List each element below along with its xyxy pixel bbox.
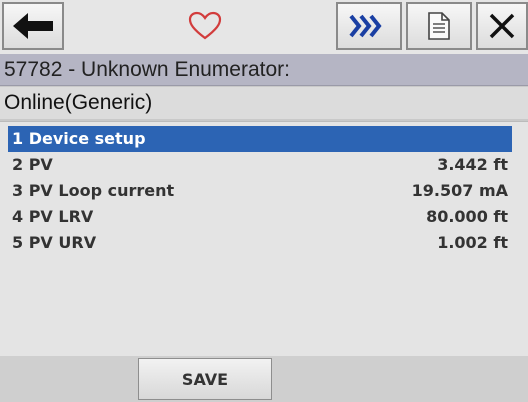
- menu-item-device-setup[interactable]: 1 Device setup: [8, 126, 512, 152]
- close-button[interactable]: [476, 2, 528, 50]
- menu-item-value: 19.507 mA: [411, 181, 508, 200]
- menu-item-label: 3 PV Loop current: [12, 181, 175, 200]
- menu-item-pv-lrv[interactable]: 4 PV LRV 80.000 ft: [8, 204, 512, 230]
- menu-item-pv-loop-current[interactable]: 3 PV Loop current 19.507 mA: [8, 178, 512, 204]
- back-arrow-icon: [13, 13, 53, 39]
- menu-item-label: 1 Device setup: [12, 129, 146, 148]
- menu-item-value: 3.442 ft: [437, 155, 508, 174]
- menu-item-label: 4 PV LRV: [12, 207, 94, 226]
- connection-mode: Online(Generic): [0, 87, 528, 119]
- toolbar: [0, 0, 528, 54]
- menu-item-pv-urv[interactable]: 5 PV URV 1.002 ft: [8, 230, 512, 256]
- close-icon: [489, 13, 515, 39]
- fast-forward-icon: [349, 14, 382, 38]
- menu-item-pv[interactable]: 2 PV 3.442 ft: [8, 152, 512, 178]
- favorite-button[interactable]: [150, 2, 260, 50]
- document-button[interactable]: [406, 2, 472, 50]
- menu-item-label: 2 PV: [12, 155, 53, 174]
- menu-item-label: 5 PV URV: [12, 233, 97, 252]
- save-button[interactable]: SAVE: [138, 358, 272, 400]
- page-title: 57782 - Unknown Enumerator:: [0, 54, 528, 86]
- menu-item-value: 80.000 ft: [426, 207, 508, 226]
- next-button[interactable]: [336, 2, 402, 50]
- document-icon: [428, 12, 450, 40]
- footer-bar: SAVE: [0, 356, 528, 402]
- menu-item-value: 1.002 ft: [437, 233, 508, 252]
- back-button[interactable]: [2, 2, 64, 50]
- heart-icon: [188, 11, 222, 40]
- menu-list: 1 Device setup 2 PV 3.442 ft 3 PV Loop c…: [0, 121, 528, 356]
